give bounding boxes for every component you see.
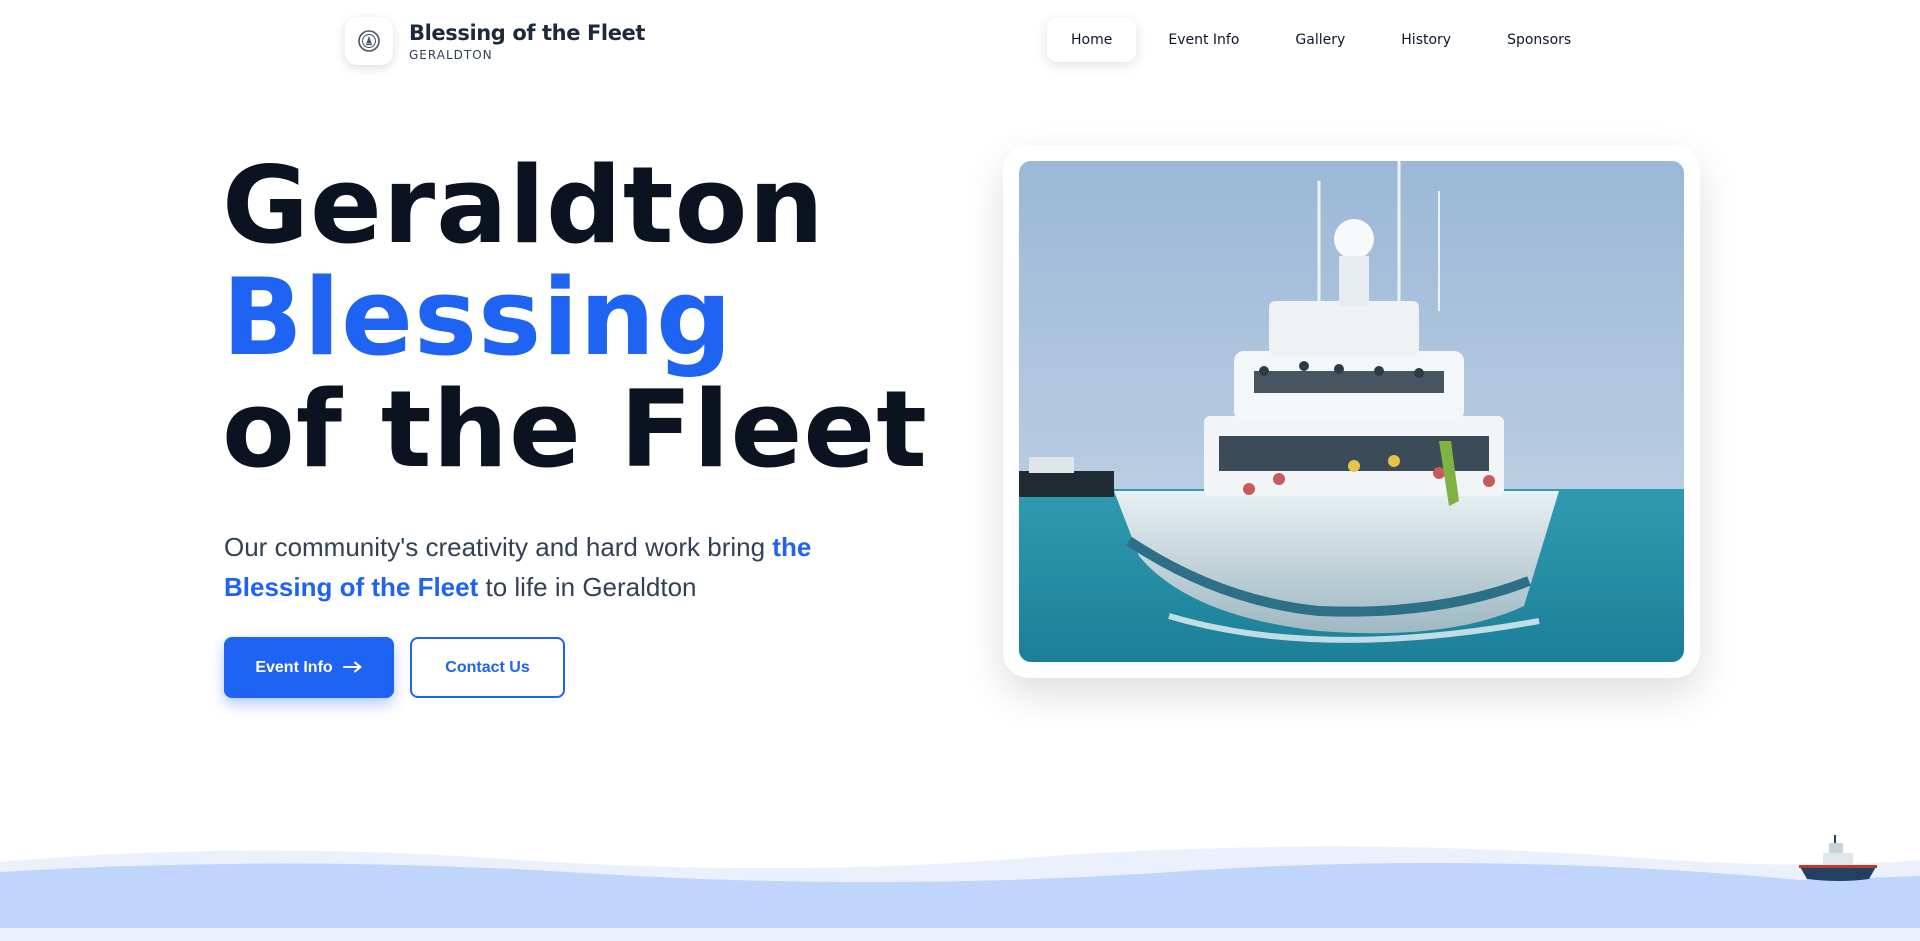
arrow-right-icon — [342, 656, 363, 679]
hero-photo-card — [1003, 145, 1700, 678]
contact-us-button[interactable]: Contact Us — [410, 637, 565, 698]
decorative-waves — [0, 846, 1920, 941]
site-header: Blessing of the Fleet GERALDTON Home Eve… — [0, 0, 1920, 80]
nav-home[interactable]: Home — [1047, 18, 1137, 62]
hero-title-line1: Geraldton — [222, 144, 825, 267]
nav-gallery[interactable]: Gallery — [1271, 18, 1369, 62]
hero-title-line2: Blessing — [222, 256, 733, 379]
event-info-button[interactable]: Event Info — [224, 637, 394, 698]
hero-desc-after: to life in Geraldton — [478, 572, 697, 602]
event-info-button-label: Event Info — [255, 658, 333, 676]
brand-subtitle: GERALDTON — [409, 47, 493, 62]
tugboat-icon — [1795, 835, 1880, 889]
nav-history[interactable]: History — [1377, 18, 1475, 62]
hero-title: Geraldton Blessing of the Fleet — [222, 150, 928, 486]
nav-event-info[interactable]: Event Info — [1144, 18, 1263, 62]
main-nav: Home Event Info Gallery History Sponsors — [1047, 18, 1603, 62]
hero-desc-before: Our community's creativity and hard work… — [224, 532, 773, 562]
brand-title: Blessing of the Fleet — [409, 20, 646, 45]
brand[interactable]: Blessing of the Fleet GERALDTON — [345, 17, 645, 65]
anchor-badge-icon — [345, 17, 393, 65]
hero-title-line3: of the Fleet — [222, 368, 928, 491]
nav-sponsors[interactable]: Sponsors — [1483, 18, 1595, 62]
hero-description: Our community's creativity and hard work… — [224, 527, 904, 607]
fishing-boat-photo — [1019, 161, 1684, 662]
